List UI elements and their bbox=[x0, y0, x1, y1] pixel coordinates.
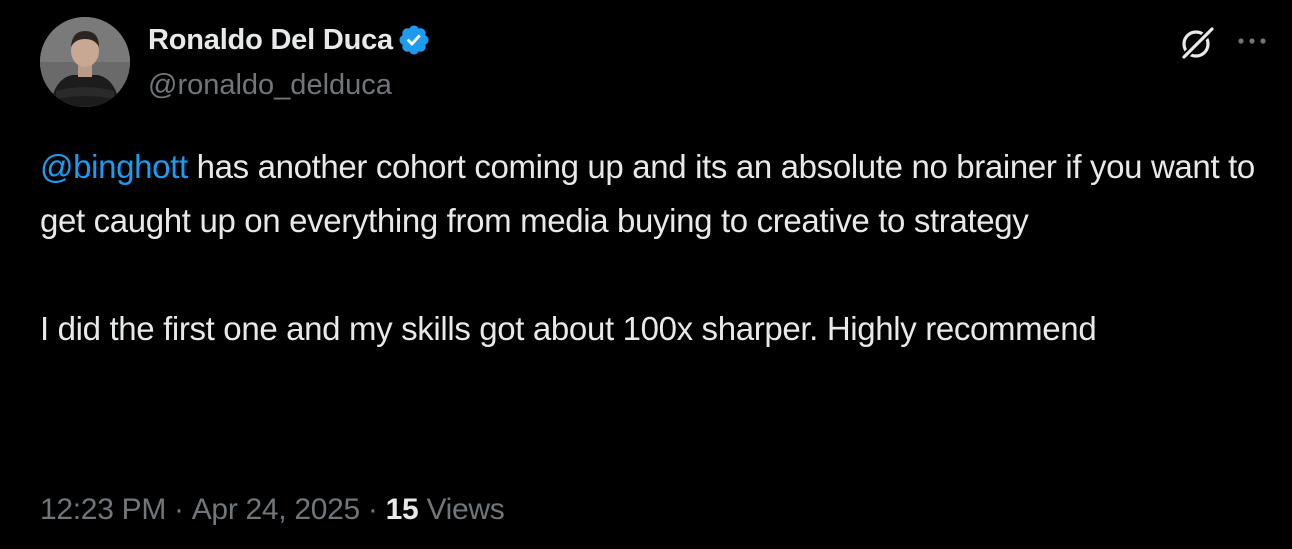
tweet-paragraph-1-text: has another cohort coming up and its an … bbox=[40, 148, 1255, 239]
tweet-date[interactable]: Apr 24, 2025 bbox=[192, 493, 361, 526]
grok-icon[interactable] bbox=[1179, 25, 1215, 61]
meta-separator: · bbox=[174, 493, 184, 526]
views-count: 15 bbox=[385, 493, 419, 526]
tweet-time[interactable]: 12:23 PM bbox=[40, 493, 166, 526]
more-options-icon[interactable] bbox=[1234, 29, 1270, 53]
display-name[interactable]: Ronaldo Del Duca bbox=[148, 24, 393, 57]
author-names: Ronaldo Del Duca @ronaldo_delduca bbox=[148, 23, 431, 102]
tweet-header: Ronaldo Del Duca @ronaldo_delduca bbox=[40, 17, 1270, 109]
display-name-row: Ronaldo Del Duca bbox=[148, 23, 431, 57]
tweet: Ronaldo Del Duca @ronaldo_delduca @bingh… bbox=[0, 0, 1292, 549]
tweet-text: @binghott has another cohort coming up a… bbox=[40, 140, 1275, 356]
meta-separator: · bbox=[367, 493, 378, 526]
tweet-meta: 12:23 PM · Apr 24, 2025 · 15 Views bbox=[40, 493, 505, 527]
avatar[interactable] bbox=[40, 17, 130, 107]
tweet-paragraph-1: @binghott has another cohort coming up a… bbox=[40, 140, 1275, 248]
verified-badge-icon[interactable] bbox=[397, 23, 431, 57]
author-handle[interactable]: @ronaldo_delduca bbox=[148, 69, 431, 102]
mention-link[interactable]: @binghott bbox=[40, 148, 188, 185]
tweet-paragraph-2: I did the first one and my skills got ab… bbox=[40, 310, 1097, 347]
views-label: Views bbox=[426, 493, 505, 526]
